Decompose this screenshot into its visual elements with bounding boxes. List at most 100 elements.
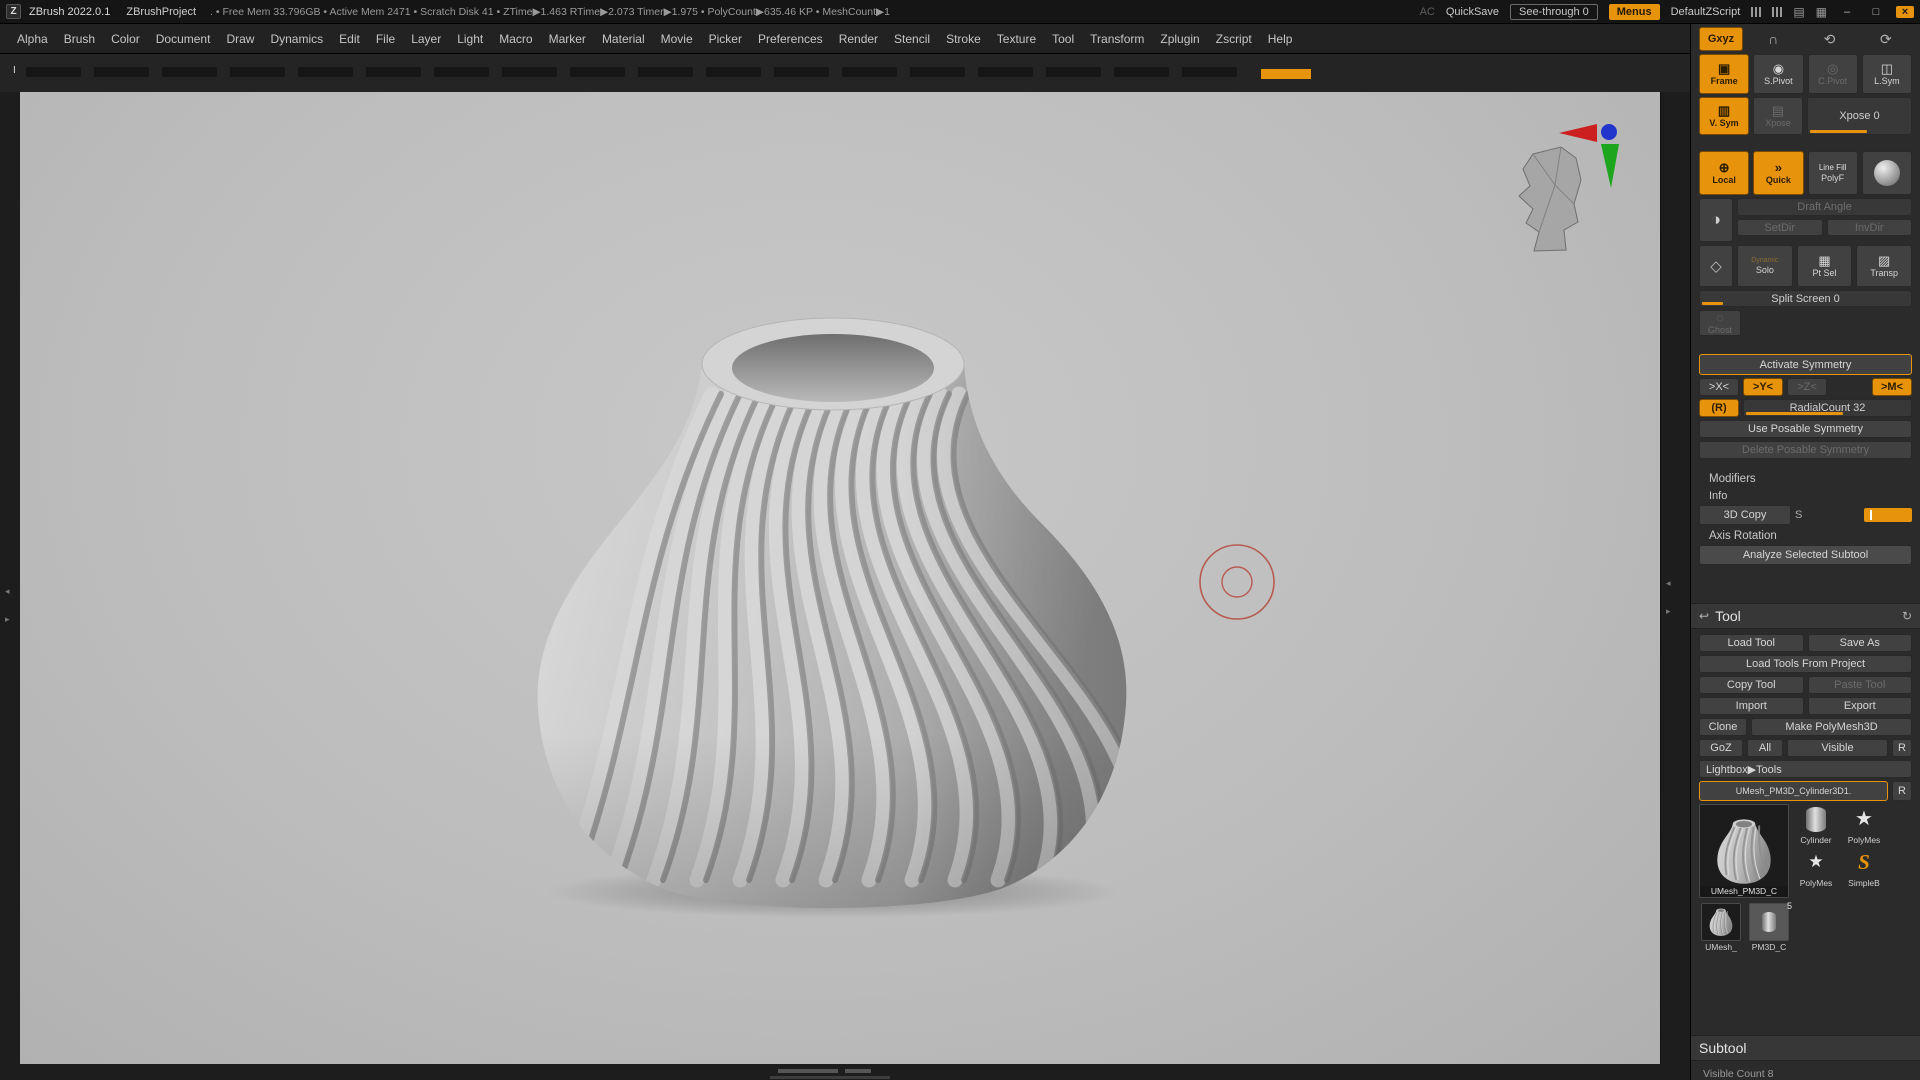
menu-render[interactable]: Render <box>832 29 885 49</box>
menu-zscript[interactable]: Zscript <box>1209 29 1259 49</box>
polymesh-head-preview[interactable] <box>1518 146 1582 252</box>
make-polymesh3d-button[interactable]: Make PolyMesh3D <box>1751 718 1912 736</box>
menu-layer[interactable]: Layer <box>404 29 448 49</box>
active-tool-thumbnail[interactable]: UMesh_PM3D_C <box>1699 804 1789 898</box>
default-zscript-button[interactable]: DefaultZScript <box>1671 6 1741 18</box>
menu-color[interactable]: Color <box>104 29 147 49</box>
menu-document[interactable]: Document <box>149 29 218 49</box>
xpose-slider[interactable]: Xpose 0 <box>1807 97 1912 135</box>
menu-preferences[interactable]: Preferences <box>751 29 830 49</box>
goz-button[interactable]: GoZ <box>1699 739 1743 757</box>
scroll-right-icon-2[interactable]: ▸ <box>1666 606 1671 617</box>
frame-button[interactable]: ▣ Frame <box>1699 54 1750 94</box>
scroll-left-icon[interactable]: ◂ <box>5 586 10 597</box>
activate-symmetry-button[interactable]: Activate Symmetry <box>1699 354 1912 375</box>
local-symmetry-button[interactable]: ◫ L.Sym <box>1861 54 1912 94</box>
layout-grid-icon[interactable]: ▤ <box>1793 5 1804 19</box>
copy-value-field[interactable] <box>1864 508 1912 522</box>
ghost-transparency-button[interactable]: ◌ Ghost <box>1699 310 1741 336</box>
recent-tool-umesh[interactable]: UMesh_ <box>1699 903 1743 955</box>
divider-bars-icon[interactable] <box>1751 6 1762 17</box>
menu-file[interactable]: File <box>369 29 402 49</box>
menu-marker[interactable]: Marker <box>542 29 593 49</box>
tool-item-cylinder[interactable]: Cylinder <box>1793 804 1839 845</box>
timeline-track[interactable] <box>770 1076 890 1079</box>
clear-pivot-button[interactable]: ◎ C.Pivot <box>1807 54 1858 94</box>
recent-tool-pm3d[interactable]: 5 PM3D_C <box>1747 901 1792 955</box>
solo-button[interactable]: Dynamic Solo <box>1737 245 1793 287</box>
set-pivot-button[interactable]: ◉ S.Pivot <box>1753 54 1804 94</box>
menu-tool[interactable]: Tool <box>1045 29 1081 49</box>
viewport-3d[interactable] <box>20 92 1660 1060</box>
document-canvas[interactable] <box>20 92 1660 1064</box>
menu-zplugin[interactable]: Zplugin <box>1153 29 1206 49</box>
xpose-button[interactable]: ▤ Xpose <box>1753 97 1803 135</box>
gxyz-button[interactable]: Gxyz <box>1699 27 1743 51</box>
rotate-ccw-icon[interactable]: ⟲ <box>1803 27 1855 51</box>
setdir-button[interactable]: SetDir <box>1737 219 1823 236</box>
menu-material[interactable]: Material <box>595 29 652 49</box>
use-posable-symmetry-button[interactable]: Use Posable Symmetry <box>1699 420 1912 438</box>
view-symmetry-button[interactable]: ▥ V. Sym <box>1699 97 1749 135</box>
active-tool-name[interactable]: UMesh_PM3D_Cylinder3D1. <box>1699 781 1888 801</box>
load-tool-button[interactable]: Load Tool <box>1699 634 1804 652</box>
axis-rotation-label[interactable]: Axis Rotation <box>1699 528 1912 542</box>
layout-grid-icon-2[interactable]: ▦ <box>1816 5 1827 19</box>
export-button[interactable]: Export <box>1807 697 1912 715</box>
save-as-button[interactable]: Save As <box>1807 634 1912 652</box>
3d-copy-button[interactable]: 3D Copy <box>1699 505 1791 525</box>
menu-edit[interactable]: Edit <box>332 29 367 49</box>
tool-r-button[interactable]: R <box>1892 781 1912 801</box>
z-axis-dot-icon[interactable] <box>1601 124 1617 140</box>
modifiers-section-label[interactable]: Modifiers <box>1699 471 1912 485</box>
tool-item-polymesh[interactable]: ★ PolyMes <box>1841 804 1887 845</box>
delete-posable-symmetry-button[interactable]: Delete Posable Symmetry <box>1699 441 1912 459</box>
symmetry-y-button[interactable]: >Y< <box>1743 378 1783 396</box>
quicksave-button[interactable]: QuickSave <box>1446 6 1499 18</box>
subtool-palette-header[interactable]: Subtool <box>1691 1035 1920 1061</box>
menu-draw[interactable]: Draw <box>219 29 261 49</box>
copy-tool-button[interactable]: Copy Tool <box>1699 676 1804 694</box>
menu-movie[interactable]: Movie <box>654 29 700 49</box>
radial-symmetry-button[interactable]: (R) <box>1699 399 1739 417</box>
quick-3d-edit-button[interactable]: » Quick <box>1753 151 1804 195</box>
info-section-label[interactable]: Info <box>1699 488 1912 502</box>
local-transformation-button[interactable]: ⊕ Local <box>1699 151 1750 195</box>
maximize-button[interactable]: □ <box>1867 6 1885 18</box>
radialcount-slider[interactable]: RadialCount 32 <box>1743 399 1912 417</box>
goz-visible-button[interactable]: Visible <box>1787 739 1888 757</box>
point-selection-button[interactable]: ▦ Pt Sel <box>1796 245 1853 287</box>
import-button[interactable]: Import <box>1699 697 1804 715</box>
symmetry-x-button[interactable]: >X< <box>1699 378 1739 396</box>
polyframe-button[interactable]: Line Fill PolyF <box>1807 151 1858 195</box>
scroll-right-icon[interactable]: ▸ <box>5 614 10 625</box>
x-axis-arrow-icon[interactable] <box>1559 124 1597 142</box>
tray-segments[interactable] <box>26 67 1238 77</box>
menu-light[interactable]: Light <box>450 29 490 49</box>
divider-bars-icon-2[interactable] <box>1772 6 1783 17</box>
goz-r-button[interactable]: R <box>1892 739 1912 757</box>
flat-shade-button[interactable] <box>1861 151 1912 195</box>
menu-macro[interactable]: Macro <box>492 29 539 49</box>
timeline-handle[interactable] <box>778 1069 838 1073</box>
menu-texture[interactable]: Texture <box>990 29 1043 49</box>
menus-toggle[interactable]: Menus <box>1608 3 1660 20</box>
paste-tool-button[interactable]: Paste Tool <box>1807 676 1912 694</box>
menu-stroke[interactable]: Stroke <box>939 29 988 49</box>
magnet-icon[interactable]: ∩ <box>1747 27 1799 51</box>
analyze-selected-subtool-button[interactable]: Analyze Selected Subtool <box>1699 545 1912 565</box>
tool-item-simplebrush[interactable]: S SimpleB <box>1841 847 1887 889</box>
close-button[interactable]: × <box>1896 5 1914 18</box>
draft-angle-slider[interactable]: Draft Angle <box>1737 198 1912 216</box>
menu-brush[interactable]: Brush <box>57 29 102 49</box>
invdir-button[interactable]: InvDir <box>1826 219 1912 236</box>
lightbox-tools-button[interactable]: Lightbox▶Tools <box>1699 760 1912 778</box>
scroll-left-icon-2[interactable]: ◂ <box>1666 578 1671 589</box>
y-axis-arrow-icon[interactable] <box>1601 144 1619 188</box>
clone-button[interactable]: Clone <box>1699 718 1747 736</box>
timeline-handle-2[interactable] <box>845 1069 871 1073</box>
menu-alpha[interactable]: Alpha <box>10 29 55 49</box>
tool-item-polymesh-2[interactable]: ★ PolyMes <box>1793 847 1839 888</box>
see-through-slider[interactable]: See-through 0 <box>1510 3 1598 20</box>
goz-all-button[interactable]: All <box>1747 739 1783 757</box>
